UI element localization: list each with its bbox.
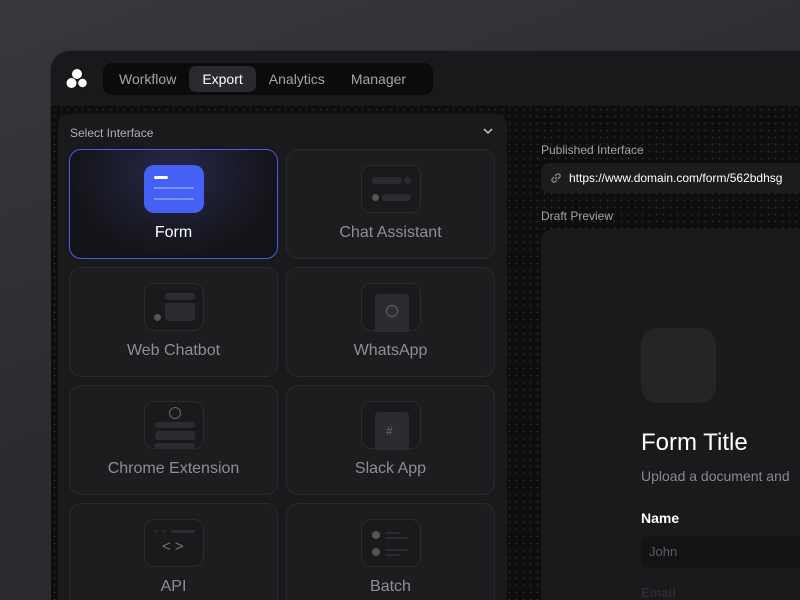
tab-manager[interactable]: Manager <box>338 66 419 92</box>
option-label: Batch <box>287 578 494 596</box>
option-label: Chrome Extension <box>70 460 277 478</box>
app-window: Workflow Export Analytics Manager Select… <box>50 50 800 600</box>
name-input[interactable]: John <box>641 536 800 568</box>
email-label: Email <box>641 585 676 600</box>
slack-icon: # <box>361 401 421 449</box>
chevron-down-icon[interactable] <box>481 124 495 138</box>
whatsapp-icon <box>361 283 421 331</box>
option-web-chatbot[interactable]: Web Chatbot <box>69 267 278 377</box>
form-title: Form Title <box>641 429 748 457</box>
published-label: Published Interface <box>541 143 644 157</box>
option-label: Web Chatbot <box>70 342 277 360</box>
published-url-field[interactable]: https://www.domain.com/form/562bdhsg <box>541 163 800 193</box>
tab-workflow[interactable]: Workflow <box>106 66 189 92</box>
batch-icon <box>361 519 421 567</box>
draft-preview-label: Draft Preview <box>541 209 613 223</box>
published-url[interactable]: https://www.domain.com/form/562bdhsg <box>569 171 782 185</box>
chat-assistant-icon <box>361 165 421 213</box>
option-label: Form <box>70 224 277 242</box>
panel-title: Select Interface <box>70 126 153 140</box>
form-logo-placeholder <box>641 328 716 403</box>
option-form[interactable]: Form <box>69 149 278 259</box>
option-chat-assistant[interactable]: Chat Assistant <box>286 149 495 259</box>
option-label: Slack App <box>287 460 494 478</box>
tab-analytics[interactable]: Analytics <box>256 66 338 92</box>
form-icon <box>144 165 204 213</box>
option-label: API <box>70 578 277 596</box>
option-chrome-extension[interactable]: Chrome Extension <box>69 385 278 495</box>
option-label: WhatsApp <box>287 342 494 360</box>
logo-icon <box>66 68 88 90</box>
link-icon <box>549 171 563 185</box>
option-batch[interactable]: Batch <box>286 503 495 600</box>
main-nav: Workflow Export Analytics Manager <box>103 63 433 95</box>
content-area: Select Interface Form Chat Assistant Web… <box>51 106 800 600</box>
option-whatsapp[interactable]: WhatsApp <box>286 267 495 377</box>
chrome-extension-icon <box>144 401 204 449</box>
name-label: Name <box>641 510 679 526</box>
form-subtitle: Upload a document and <box>641 468 790 484</box>
option-label: Chat Assistant <box>287 224 494 242</box>
draft-preview: Form Title Upload a document and Name Jo… <box>541 229 800 600</box>
option-api[interactable]: < > API <box>69 503 278 600</box>
option-slack-app[interactable]: # Slack App <box>286 385 495 495</box>
code-icon: < > <box>144 519 204 567</box>
tab-export[interactable]: Export <box>189 66 255 92</box>
web-chatbot-icon <box>144 283 204 331</box>
select-interface-panel: Select Interface Form Chat Assistant Web… <box>58 114 507 600</box>
